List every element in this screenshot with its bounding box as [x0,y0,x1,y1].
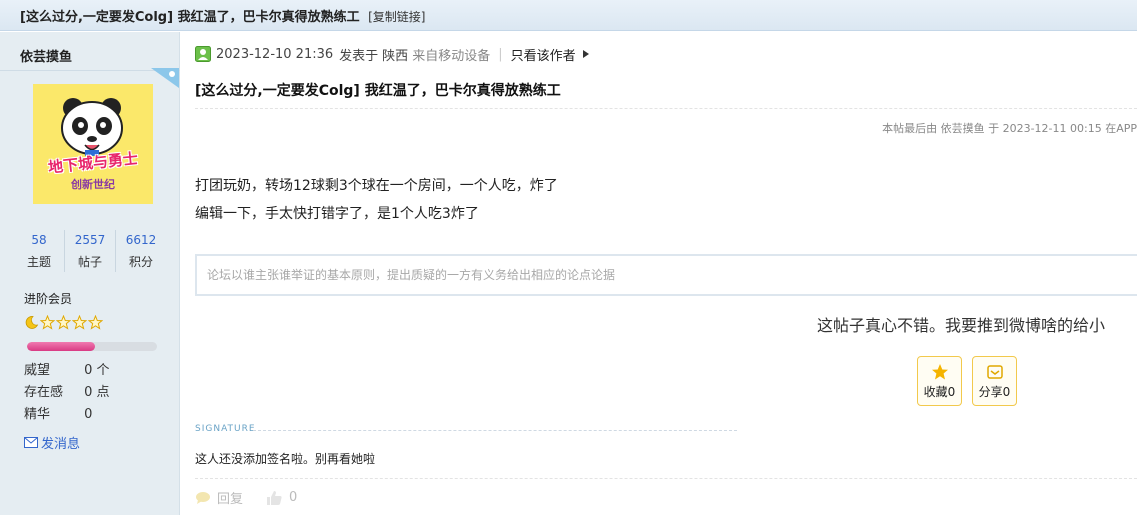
post-actions: 收藏0 分享0 [917,356,1017,406]
meta-separator: | [498,46,503,62]
post-title: [这么过分,一定要发Colg] 我红温了，巴卡尔真得放熟练工 [195,83,561,99]
star-icon [931,364,948,380]
like-count: 0 [289,490,298,505]
star-icon [87,314,104,330]
post-meta: 2023-12-10 21:36 发表于 陕西 来自移动设备 | 只看该作者 [195,44,590,64]
thread-title: [这么过分,一定要发Colg] 我红温了，巴卡尔真得放熟练工 [20,10,360,25]
send-message-label: 发消息 [41,437,81,452]
thread-title-bar: [这么过分,一定要发Colg] 我红温了，巴卡尔真得放熟练工 [复制链接] [0,0,1137,31]
level-progress-fill [27,342,95,351]
stat-credits[interactable]: 6612 积分 [115,230,166,272]
stat-threads-label: 主题 [26,255,51,269]
signature-text: 这人还没添加签名啦。别再看她啦 [195,452,376,466]
share-label: 分享0 [978,385,1011,399]
attr-essence-value: 0 [84,407,93,422]
moon-icon [24,315,39,330]
avatar[interactable]: 地下城与勇士 创新世纪 [33,84,153,204]
share-icon [986,365,1003,379]
attr-presence-value: 0 点 [84,385,110,400]
attr-essence: 精华 0 [24,404,110,426]
stat-credits-label: 积分 [128,255,153,269]
star-icon [55,314,72,330]
content-line: 打团玩奶，转场12球剩3个球在一个房间，一个人吃，炸了 [195,178,558,194]
copy-link-button[interactable]: [复制链接] [368,10,425,24]
stat-threads-value: 58 [31,233,47,247]
last-edit-note: 本帖最后由 依芸摸鱼 于 2023-12-11 00:15 在APP [882,122,1137,135]
only-author-link[interactable]: 只看该作者 [511,45,576,64]
user-rank[interactable]: 进阶会员 [24,290,72,307]
stat-posts-label: 帖子 [77,255,102,269]
signature-label: SIGNATURE [195,424,256,434]
stat-posts[interactable]: 2557 帖子 [64,230,115,272]
reply-link[interactable]: 回复 [217,488,243,507]
share-button[interactable]: 分享0 [972,356,1017,406]
attr-prestige-value: 0 个 [84,363,110,378]
mobile-ribbon-icon [151,68,179,88]
author-attributes: 威望 0 个 存在感 0 点 精华 0 [24,360,110,426]
thumbs-up-icon[interactable] [265,490,283,506]
stat-posts-value: 2557 [74,233,106,247]
author-stats: 58 主题 2557 帖子 6612 积分 [14,230,166,272]
stat-threads[interactable]: 58 主题 [14,230,64,272]
envelope-icon [24,437,38,448]
posted-in-label: 发表于 [339,48,379,64]
content-line: 编辑一下，手太快打错字了，是1个人吃3炸了 [195,206,479,222]
author-sidebar: 依芸摸鱼 地下城与勇士 创新世纪 58 主题 2557 帖子 6612 积分 进… [0,32,180,515]
post-content: 打团玩奶，转场12球剩3个球在一个房间，一个人吃，炸了 编辑一下，手太快打错字了… [195,172,558,228]
attr-prestige: 威望 0 个 [24,360,110,382]
star-icon [71,314,88,330]
user-online-icon [195,46,211,62]
divider [195,108,1137,109]
attr-prestige-key: 威望 [24,363,51,378]
attr-presence: 存在感 0 点 [24,382,110,404]
divider [253,430,737,431]
stat-credits-value: 6612 [125,233,157,247]
reply-input[interactable] [197,256,1137,294]
post-main: 2023-12-10 21:36 发表于 陕西 来自移动设备 | 只看该作者 [… [181,32,1137,515]
star-icon [39,314,56,330]
level-progress-bar [27,342,157,351]
attr-essence-key: 精华 [24,407,51,422]
quick-reply-box[interactable] [195,254,1137,296]
rank-stars [24,314,104,330]
avatar-logo-subtext: 创新世纪 [71,178,115,191]
author-name[interactable]: 依芸摸鱼 [20,46,72,65]
favorite-label: 收藏0 [923,385,956,399]
post-location: 陕西 [382,48,409,64]
divider [195,478,1137,479]
post-footer-actions: 回复 0 [195,488,297,507]
attr-presence-key: 存在感 [24,385,64,400]
send-message-link[interactable]: 发消息 [24,433,80,452]
chevron-right-icon [582,50,589,58]
favorite-button[interactable]: 收藏0 [917,356,962,406]
post-datetime: 2023-12-10 21:36 [216,46,334,62]
share-promo-text: 这帖子真心不错。我要推到微博啥的给小 [817,316,1106,335]
post-device: 来自移动设备 [412,48,491,64]
reply-bubble-icon [196,491,210,504]
